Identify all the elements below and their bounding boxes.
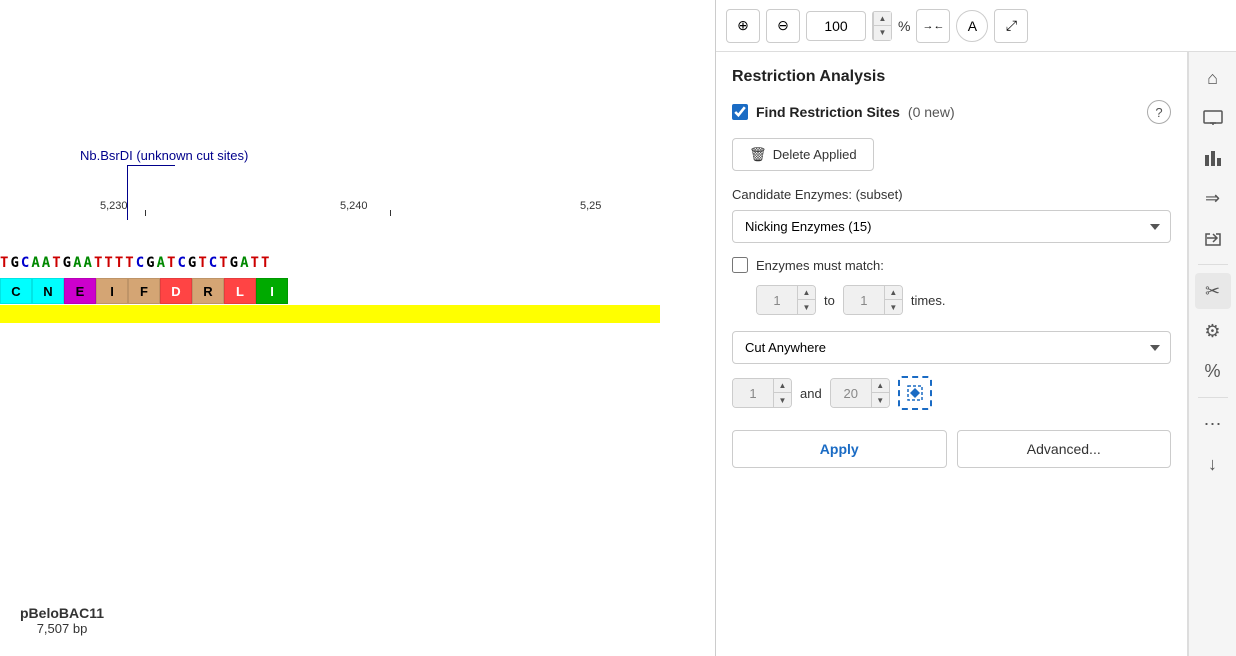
home-icon[interactable]: ⌂ bbox=[1195, 60, 1231, 96]
candidate-enzymes-label: Candidate Enzymes: (subset) bbox=[732, 187, 1171, 202]
times-from-spinner: ▲ ▼ bbox=[797, 286, 815, 314]
must-match-row: Enzymes must match: bbox=[732, 257, 1171, 273]
sequence-area: Nb.BsrDI (unknown cut sites) 5,230 5,240… bbox=[0, 0, 716, 656]
range-to-input[interactable] bbox=[831, 379, 871, 407]
select-range-icon bbox=[906, 384, 924, 402]
scissors-icon[interactable]: ✂ bbox=[1195, 273, 1231, 309]
plasmid-bp: 7,507 bp bbox=[20, 621, 104, 636]
yellow-bar bbox=[0, 305, 660, 323]
more-icon[interactable]: ⋯ bbox=[1195, 406, 1231, 442]
zoom-in-button[interactable]: ⊕ bbox=[726, 9, 760, 43]
dna-sequence: TGCAATGAATTTTCGATCGTCTGATT bbox=[0, 255, 271, 271]
ruler-mark-1: 5,230 bbox=[100, 200, 128, 212]
percent-icon[interactable]: % bbox=[1195, 353, 1231, 389]
range-icon-button[interactable] bbox=[898, 376, 932, 410]
range-from-up[interactable]: ▲ bbox=[773, 379, 791, 393]
sidebar-divider-2 bbox=[1198, 397, 1228, 398]
times-to-down[interactable]: ▼ bbox=[884, 300, 902, 314]
monitor-icon[interactable] bbox=[1195, 100, 1231, 136]
times-to-spinner: ▲ ▼ bbox=[884, 286, 902, 314]
find-sites-checkbox[interactable] bbox=[732, 104, 748, 120]
enzyme-label: Nb.BsrDI (unknown cut sites) bbox=[80, 148, 248, 163]
must-match-label: Enzymes must match: bbox=[756, 258, 884, 273]
collapse-icon[interactable]: ↓ bbox=[1195, 446, 1231, 482]
find-sites-count: (0 new) bbox=[908, 104, 955, 120]
amino-acid-row: C N E I F D R L I bbox=[0, 278, 288, 304]
share-icon[interactable] bbox=[1195, 220, 1231, 256]
enzyme-cut-hline bbox=[127, 165, 175, 166]
must-match-checkbox[interactable] bbox=[732, 257, 748, 273]
find-sites-label: Find Restriction Sites bbox=[756, 104, 900, 120]
range-to-down[interactable]: ▼ bbox=[871, 393, 889, 407]
aa-cell: D bbox=[160, 278, 192, 304]
settings-icon[interactable]: ⚙ bbox=[1195, 313, 1231, 349]
help-button[interactable]: ? bbox=[1147, 100, 1171, 124]
top-toolbar: ⊕ ⊖ ▲ ▼ % →← A ⤢ bbox=[716, 0, 1236, 52]
plasmid-name: pBeloBAC11 bbox=[20, 605, 104, 621]
text-button[interactable]: A bbox=[956, 10, 988, 42]
delete-applied-button[interactable]: 🗑 Delete Applied bbox=[732, 138, 874, 171]
arrow-right-icon[interactable]: ⇒ bbox=[1195, 180, 1231, 216]
range-to-spinner: ▲ ▼ bbox=[871, 379, 889, 407]
action-row: Apply Advanced... bbox=[732, 430, 1171, 468]
find-sites-row: Find Restriction Sites (0 new) ? bbox=[732, 100, 1171, 124]
delete-label: Delete Applied bbox=[773, 147, 857, 162]
ruler-tick-1 bbox=[145, 210, 146, 216]
enzyme-dropdown[interactable]: Nicking Enzymes (15) bbox=[732, 210, 1171, 243]
aa-cell: C bbox=[0, 278, 32, 304]
times-suffix: times. bbox=[911, 293, 946, 308]
aa-cell: I bbox=[256, 278, 288, 304]
apply-button[interactable]: Apply bbox=[732, 430, 947, 468]
advanced-button[interactable]: Advanced... bbox=[957, 430, 1172, 468]
ruler-tick-2 bbox=[390, 210, 391, 216]
range-to-group: ▲ ▼ bbox=[830, 378, 890, 408]
plasmid-info: pBeloBAC11 7,507 bp bbox=[20, 605, 104, 636]
panel-title: Restriction Analysis bbox=[732, 68, 1171, 86]
times-to-group: ▲ ▼ bbox=[843, 285, 903, 315]
zoom-out-button[interactable]: ⊖ bbox=[766, 9, 800, 43]
times-to-up[interactable]: ▲ bbox=[884, 286, 902, 300]
zoom-down-arrow[interactable]: ▼ bbox=[873, 26, 891, 40]
cut-anywhere-dropdown[interactable]: Cut Anywhere bbox=[732, 331, 1171, 364]
panel-content: Restriction Analysis Find Restriction Si… bbox=[716, 52, 1236, 656]
ruler-mark-3: 5,25 bbox=[580, 200, 601, 212]
aa-cell: E bbox=[64, 278, 96, 304]
range-row: ▲ ▼ and ▲ ▼ bbox=[732, 376, 1171, 410]
expand-button[interactable]: ⤢ bbox=[994, 9, 1028, 43]
times-row: ▲ ▼ to ▲ ▼ times. bbox=[732, 285, 1171, 315]
icon-sidebar: ⌂ ⇒ ✂ ⚙ % ⋯ ↓ bbox=[1188, 52, 1236, 656]
times-to-input[interactable] bbox=[844, 286, 884, 314]
zoom-spinner: ▲ ▼ bbox=[872, 11, 892, 41]
trash-icon: 🗑 bbox=[749, 146, 767, 163]
zoom-input[interactable] bbox=[806, 11, 866, 41]
aa-cell: I bbox=[96, 278, 128, 304]
range-from-input[interactable] bbox=[733, 379, 773, 407]
zoom-up-arrow[interactable]: ▲ bbox=[873, 12, 891, 26]
sidebar-divider bbox=[1198, 264, 1228, 265]
right-panel: ⊕ ⊖ ▲ ▼ % →← A ⤢ Restriction Analysis Fi… bbox=[716, 0, 1236, 656]
chart-icon[interactable] bbox=[1195, 140, 1231, 176]
aa-cell: R bbox=[192, 278, 224, 304]
ruler-mark-2: 5,240 bbox=[340, 200, 368, 212]
ruler: 5,230 5,240 5,25 bbox=[0, 196, 660, 216]
percent-label: % bbox=[898, 18, 910, 34]
times-from-down[interactable]: ▼ bbox=[797, 300, 815, 314]
to-label: to bbox=[824, 293, 835, 308]
range-from-down[interactable]: ▼ bbox=[773, 393, 791, 407]
range-from-group: ▲ ▼ bbox=[732, 378, 792, 408]
times-from-up[interactable]: ▲ bbox=[797, 286, 815, 300]
range-from-spinner: ▲ ▼ bbox=[773, 379, 791, 407]
aa-cell: N bbox=[32, 278, 64, 304]
range-to-up[interactable]: ▲ bbox=[871, 379, 889, 393]
restriction-panel: Restriction Analysis Find Restriction Si… bbox=[716, 52, 1188, 656]
times-from-input[interactable] bbox=[757, 286, 797, 314]
and-label: and bbox=[800, 386, 822, 401]
aa-cell: L bbox=[224, 278, 256, 304]
fit-button[interactable]: →← bbox=[916, 9, 950, 43]
aa-cell: F bbox=[128, 278, 160, 304]
times-from-group: ▲ ▼ bbox=[756, 285, 816, 315]
